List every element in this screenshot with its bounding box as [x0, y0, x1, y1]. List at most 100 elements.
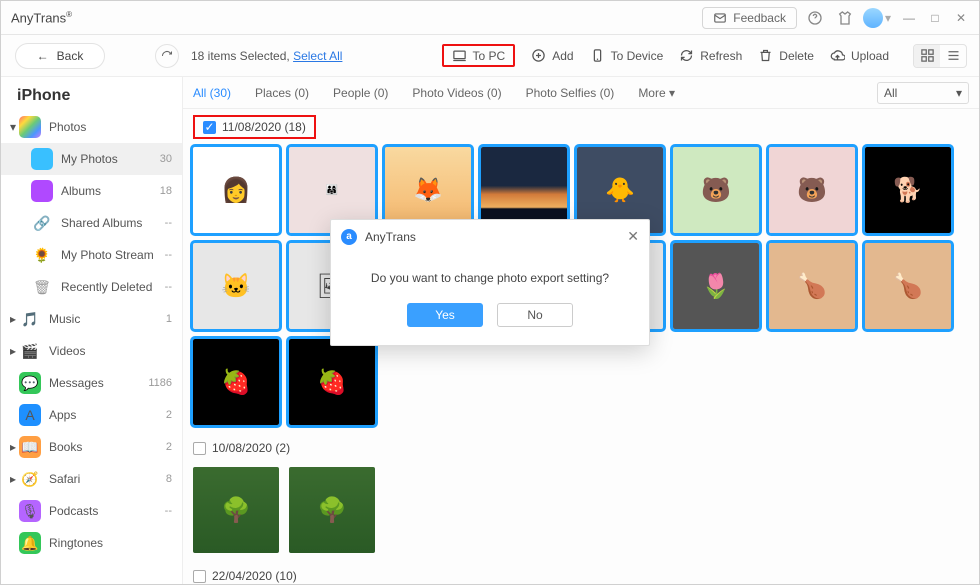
date-group-header[interactable]: ✓11/08/2020 (18)	[193, 115, 316, 139]
to-device-button[interactable]: To Device	[590, 48, 664, 63]
sidebar-item-icon: A	[19, 404, 41, 426]
tab[interactable]: People (0)	[333, 86, 388, 100]
sidebar-item-shared-albums[interactable]: 🔗 Shared Albums --	[1, 207, 182, 239]
sidebar-item-albums[interactable]: Albums 18	[1, 175, 182, 207]
sidebar-item-icon	[31, 180, 53, 202]
photo-thumbnail[interactable]: 🍓	[289, 339, 375, 425]
avatar-caret-icon[interactable]: ▾	[885, 11, 891, 25]
pc-icon	[452, 48, 467, 63]
sidebar-item-photo-stream[interactable]: 🌻 My Photo Stream --	[1, 239, 182, 271]
sidebar-item-count: --	[165, 249, 172, 261]
sidebar-item-label: Safari	[49, 472, 166, 486]
date-group-header[interactable]: 22/04/2020 (10)	[193, 565, 969, 584]
help-icon	[807, 10, 823, 26]
sidebar-item-icon: 💬	[19, 372, 41, 394]
tab[interactable]: Photo Videos (0)	[412, 86, 501, 100]
grid-icon	[920, 48, 935, 63]
view-toggle	[913, 44, 967, 68]
back-button[interactable]: ← Back	[15, 43, 105, 69]
sidebar-item-icon: 📖	[19, 436, 41, 458]
tab[interactable]: More ▾	[638, 86, 675, 100]
sidebar-item-photos[interactable]: ▾ Photos	[1, 111, 182, 143]
sidebar-item-videos[interactable]: ▸ 🎬 Videos	[1, 335, 182, 367]
shirt-icon	[837, 10, 853, 26]
category-tabs: All (30) Places (0) People (0) Photo Videos…	[183, 77, 979, 109]
sidebar-item-music[interactable]: ▸ 🎵 Music 1	[1, 303, 182, 335]
sidebar-item-safari[interactable]: ▸ 🧭 Safari 8	[1, 463, 182, 495]
chevron-down-icon: ▾	[956, 86, 962, 100]
photo-thumbnail[interactable]: 🍓	[193, 339, 279, 425]
dialog-close-button[interactable]: ✕	[627, 228, 639, 245]
delete-button[interactable]: Delete	[758, 48, 814, 63]
sidebar-item-label: Books	[49, 440, 166, 454]
device-icon	[590, 48, 605, 63]
sidebar-item-label: Messages	[49, 376, 148, 390]
group-checkbox[interactable]	[193, 570, 206, 583]
user-avatar[interactable]	[863, 8, 883, 28]
add-button[interactable]: Add	[531, 48, 573, 63]
photo-thumbnail[interactable]: 🐻	[673, 147, 759, 233]
dialog-title: AnyTrans	[365, 230, 416, 244]
sidebar-item-my-photos[interactable]: My Photos 30	[1, 143, 182, 175]
sidebar-item-count: 8	[166, 473, 172, 485]
dialog-message: Do you want to change photo export setti…	[331, 253, 649, 295]
grid-view-button[interactable]	[914, 45, 940, 67]
back-label: Back	[57, 49, 84, 63]
photo-thumbnail[interactable]: 🍗	[769, 243, 855, 329]
filter-value: All	[884, 86, 897, 100]
photo-thumbnail[interactable]: 🌳	[289, 467, 375, 553]
group-checkbox[interactable]	[193, 442, 206, 455]
filter-dropdown[interactable]: All ▾	[877, 82, 969, 104]
sidebar-item-apps[interactable]: A Apps 2	[1, 399, 182, 431]
reload-icon	[161, 50, 173, 62]
feedback-button[interactable]: Feedback	[702, 7, 797, 29]
list-view-button[interactable]	[940, 45, 966, 67]
photo-thumbnail[interactable]: 🐻	[769, 147, 855, 233]
help-button[interactable]	[803, 6, 827, 30]
photo-scroll-area[interactable]: ✓11/08/2020 (18)👩👨‍👩‍👧🦊🐥🐻🐻🐕🐱🖼🌷🍗🍗🍓🍓10/08/…	[183, 109, 979, 584]
photo-thumbnail[interactable]: 🐕	[865, 147, 951, 233]
close-button[interactable]: ✕	[953, 11, 969, 25]
gift-button[interactable]	[833, 6, 857, 30]
sidebar: iPhone ▾ Photos My Photos 30 Albums 18	[1, 77, 183, 584]
upload-label: Upload	[851, 49, 889, 63]
arrow-left-icon: ←	[37, 49, 49, 63]
sidebar-item-messages[interactable]: 💬 Messages 1186	[1, 367, 182, 399]
sidebar-item-label: Music	[49, 312, 166, 326]
photo-thumbnail[interactable]: 👩	[193, 147, 279, 233]
minimize-button[interactable]: —	[901, 11, 917, 25]
tab[interactable]: Places (0)	[255, 86, 309, 100]
refresh-label: Refresh	[700, 49, 742, 63]
tab[interactable]: Photo Selfies (0)	[526, 86, 615, 100]
reload-button[interactable]	[155, 44, 179, 68]
mail-icon	[713, 11, 727, 25]
sidebar-item-ringtones[interactable]: 🔔 Ringtones	[1, 527, 182, 559]
no-button[interactable]: No	[497, 303, 573, 327]
group-checkbox[interactable]: ✓	[203, 121, 216, 134]
sidebar-item-count: --	[165, 505, 172, 517]
yes-button[interactable]: Yes	[407, 303, 483, 327]
action-bar: ← Back 18 items Selected, Select All To …	[1, 35, 979, 77]
sidebar-item-books[interactable]: ▸ 📖 Books 2	[1, 431, 182, 463]
photo-thumbnail[interactable]: 🌷	[673, 243, 759, 329]
export-settings-dialog: a AnyTrans ✕ Do you want to change photo…	[330, 219, 650, 346]
date-group-header[interactable]: 10/08/2020 (2)	[193, 437, 969, 459]
sidebar-item-podcasts[interactable]: 🎙 Podcasts --	[1, 495, 182, 527]
maximize-button[interactable]: □	[927, 11, 943, 25]
refresh-icon	[679, 48, 694, 63]
select-all-link[interactable]: Select All	[293, 49, 342, 63]
plus-circle-icon	[531, 48, 546, 63]
toolbar: To PC Add To Device Refresh Delete Uploa…	[442, 44, 967, 68]
photo-thumbnail[interactable]: 🌳	[193, 467, 279, 553]
tab[interactable]: All (30)	[193, 86, 231, 100]
sidebar-item-count: --	[165, 281, 172, 293]
photo-thumbnail[interactable]: 🐱	[193, 243, 279, 329]
app-logo-icon: a	[341, 229, 357, 245]
refresh-button[interactable]: Refresh	[679, 48, 742, 63]
chevron-icon: ▾	[7, 120, 19, 134]
photo-thumbnail[interactable]: 🍗	[865, 243, 951, 329]
to-pc-button[interactable]: To PC	[442, 44, 516, 67]
sidebar-item-count: 2	[166, 441, 172, 453]
upload-button[interactable]: Upload	[830, 48, 889, 63]
sidebar-item-recently-deleted[interactable]: 🗑 Recently Deleted --	[1, 271, 182, 303]
